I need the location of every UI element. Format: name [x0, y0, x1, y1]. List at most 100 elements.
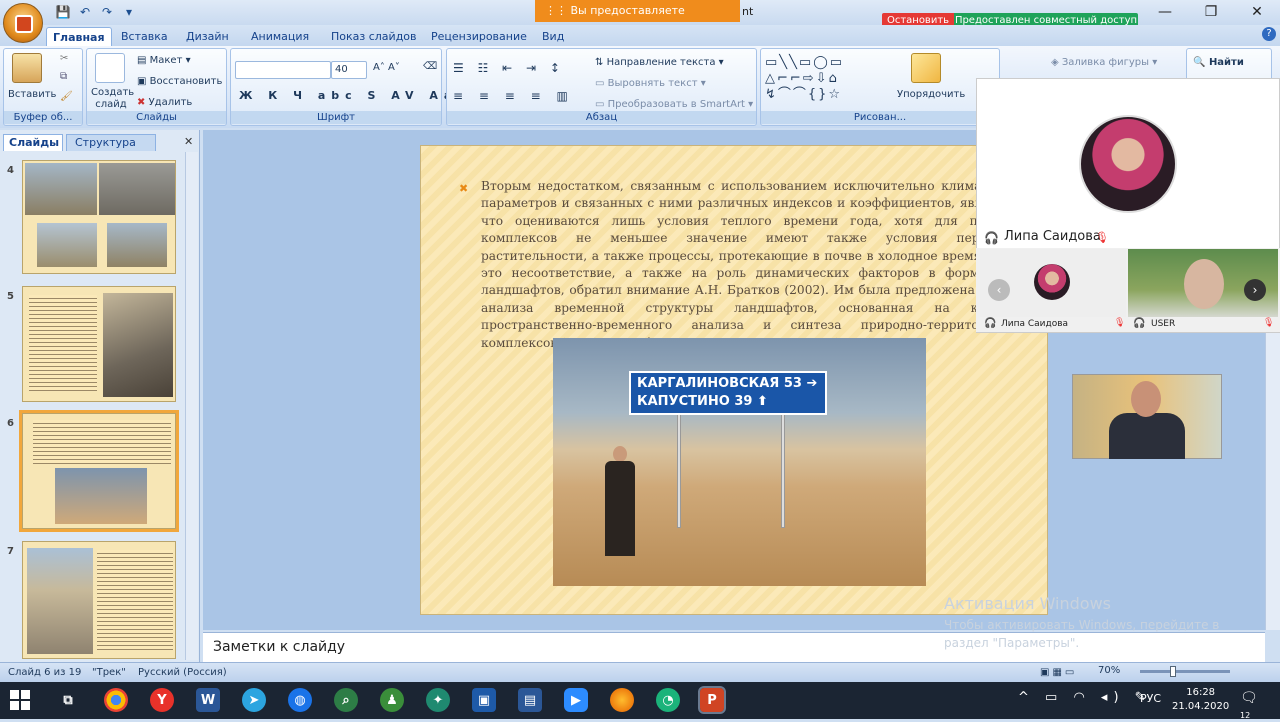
sharing-banner[interactable]: ⋮⋮ Вы предоставляете совместный д...	[535, 0, 740, 39]
thumb-text	[33, 420, 171, 464]
list-buttons-icon[interactable]: ☰ ☷ ⇤ ⇥ ↕	[453, 61, 565, 75]
slide-thumbnail-7[interactable]	[22, 541, 176, 659]
grow-font-icon[interactable]: A˄ A˅	[373, 62, 400, 73]
office-button[interactable]	[3, 3, 43, 43]
reset-button[interactable]: ▣ Восстановить	[137, 76, 222, 87]
text-direction-button[interactable]: ⇅ Направление текста ▾	[595, 57, 724, 68]
smartart-button[interactable]: ▭ Преобразовать в SmartArt ▾	[595, 99, 753, 110]
tab-outline[interactable]: Структура	[66, 134, 156, 151]
sign-post	[677, 408, 681, 528]
zoom-slider-thumb[interactable]	[1170, 666, 1176, 677]
chrome-icon[interactable]	[104, 688, 128, 712]
paste-icon[interactable]	[12, 53, 42, 83]
shape-fill-button[interactable]: ◈ Заливка фигуры ▾	[1051, 57, 1157, 68]
drawing-group-label: Рисован...	[761, 111, 999, 124]
maps-app-icon[interactable]: ✦	[426, 688, 450, 712]
notifications-icon[interactable]: 🗨12	[1240, 690, 1262, 720]
tab-slides[interactable]: Слайды	[3, 134, 63, 151]
find-button[interactable]: 🔍 Найти	[1193, 57, 1244, 68]
align-buttons-icon[interactable]: ≡ ≡ ≡ ≡ ▥	[453, 89, 574, 103]
arrange-icon[interactable]	[911, 53, 941, 83]
person-figure	[605, 446, 635, 556]
window-controls: — ❐ ✕	[1142, 0, 1280, 24]
tab-review[interactable]: Рецензирование	[425, 27, 533, 46]
speaker-avatar	[1079, 115, 1177, 213]
firefox-icon[interactable]	[610, 688, 634, 712]
tab-slideshow[interactable]: Показ слайдов	[325, 27, 423, 46]
tab-home[interactable]: Главная	[46, 27, 112, 46]
save-icon[interactable]: 💾	[54, 3, 72, 21]
clipboard-group: Вставить ✂ ⧉ 🖌 Буфер об...	[3, 48, 83, 126]
zoom-slider[interactable]	[1140, 670, 1230, 673]
app-icon[interactable]: ▣	[472, 688, 496, 712]
arrange-button[interactable]: Упорядочить	[897, 89, 965, 100]
paste-button[interactable]: Вставить	[8, 89, 56, 100]
app-icon[interactable]: ◔	[656, 688, 680, 712]
smartart-label: Преобразовать в SmartArt	[607, 99, 745, 110]
search-app-icon[interactable]: ⌕	[334, 688, 358, 712]
format-painter-icon[interactable]: 🖌	[60, 91, 73, 102]
bullet-icon: ✖	[459, 182, 469, 195]
slide-thumbnail-5[interactable]	[22, 286, 176, 402]
paragraph-group-label: Абзац	[447, 111, 756, 124]
font-size-select[interactable]: 40	[331, 61, 367, 79]
prev-participants-icon[interactable]: ‹	[988, 279, 1010, 301]
next-participants-icon[interactable]: ›	[1244, 279, 1266, 301]
new-slide-icon[interactable]	[95, 53, 125, 83]
clear-format-icon[interactable]: ⌫	[423, 61, 437, 72]
language-indicator[interactable]: Русский (Россия)	[138, 667, 227, 678]
delete-slide-button[interactable]: ✖ Удалить	[137, 97, 192, 108]
undo-icon[interactable]: ↶	[76, 3, 94, 21]
tab-view[interactable]: Вид	[536, 27, 570, 46]
notes-placeholder[interactable]: Заметки к слайду	[213, 639, 345, 655]
cut-icon[interactable]: ✂	[60, 53, 68, 64]
slide-photo[interactable]: КАРГАЛИНОВСКАЯ 53 ➔ КАПУСТИНО 39 ⬆	[553, 338, 926, 586]
slides-group-label: Слайды	[87, 111, 226, 124]
windows-start-icon[interactable]	[10, 690, 30, 710]
app-icon[interactable]: ▤	[518, 688, 542, 712]
chess-app-icon[interactable]: ♟	[380, 688, 404, 712]
speaker-name: Липа Саидова	[1004, 229, 1101, 244]
redo-icon[interactable]: ↷	[98, 3, 116, 21]
view-buttons-icon[interactable]: ▣▦▭	[1040, 667, 1077, 678]
customize-qat-icon[interactable]: ▾	[120, 3, 138, 21]
browser-globe-icon[interactable]: ◍	[288, 688, 312, 712]
layout-button[interactable]: ▤ Макет ▾	[137, 55, 191, 66]
new-slide-button[interactable]: Создать слайд	[91, 87, 134, 111]
system-tray-icons[interactable]: ^ ▭ ◠ ◂) ✎	[1018, 690, 1152, 705]
clipboard-group-label: Буфер об...	[4, 111, 82, 124]
slide-thumbnail-6[interactable]	[19, 410, 179, 532]
tab-animation[interactable]: Анимация	[245, 27, 315, 46]
align-text-button[interactable]: ▭ Выровнять текст ▾	[595, 78, 706, 89]
headset-icon: 🎧	[984, 231, 999, 245]
zoom-app-icon[interactable]: ▶	[564, 688, 588, 712]
ribbon-tabs: Главная Вставка Дизайн Анимация Показ сл…	[0, 25, 1280, 46]
current-slide[interactable]: ✖ Вторым недостатком, связанным с исполь…	[420, 145, 1048, 615]
shape-fill-label: Заливка фигуры	[1061, 57, 1150, 68]
thumbnails-scrollbar[interactable]	[185, 152, 198, 660]
panel-close-icon[interactable]: ✕	[184, 135, 193, 148]
slide-body-text[interactable]: Вторым недостатком, связанным с использо…	[481, 178, 1041, 352]
copy-icon[interactable]: ⧉	[60, 71, 67, 82]
tab-insert[interactable]: Вставка	[115, 27, 174, 46]
powerpoint-icon[interactable]: P	[698, 686, 726, 714]
tab-design[interactable]: Дизайн	[180, 27, 235, 46]
task-view-icon[interactable]: ⧉	[56, 688, 80, 712]
shapes-gallery[interactable]: ▭╲╲▭◯▭ △⌐⌐⇨⇩⌂ ↯⌒⌒{}☆	[765, 55, 889, 103]
participant-name: USER	[1151, 319, 1176, 329]
yandex-browser-icon[interactable]: Y	[150, 688, 174, 712]
zoom-level[interactable]: 70%	[1098, 665, 1120, 676]
font-name-select[interactable]	[235, 61, 331, 79]
clock[interactable]: 16:28 21.04.2020	[1172, 686, 1229, 714]
person-head	[613, 446, 627, 462]
telegram-icon[interactable]: ➤	[242, 688, 266, 712]
word-icon[interactable]: W	[196, 688, 220, 712]
input-language[interactable]: РУС	[1140, 692, 1161, 705]
slide-thumbnail-4[interactable]	[22, 160, 176, 274]
help-icon[interactable]: ?	[1262, 27, 1276, 41]
maximize-icon[interactable]: ❐	[1188, 0, 1234, 24]
presenter-video[interactable]	[1072, 374, 1222, 459]
minimize-icon[interactable]: —	[1142, 0, 1188, 24]
layout-label: Макет	[149, 55, 183, 66]
close-icon[interactable]: ✕	[1234, 0, 1280, 24]
